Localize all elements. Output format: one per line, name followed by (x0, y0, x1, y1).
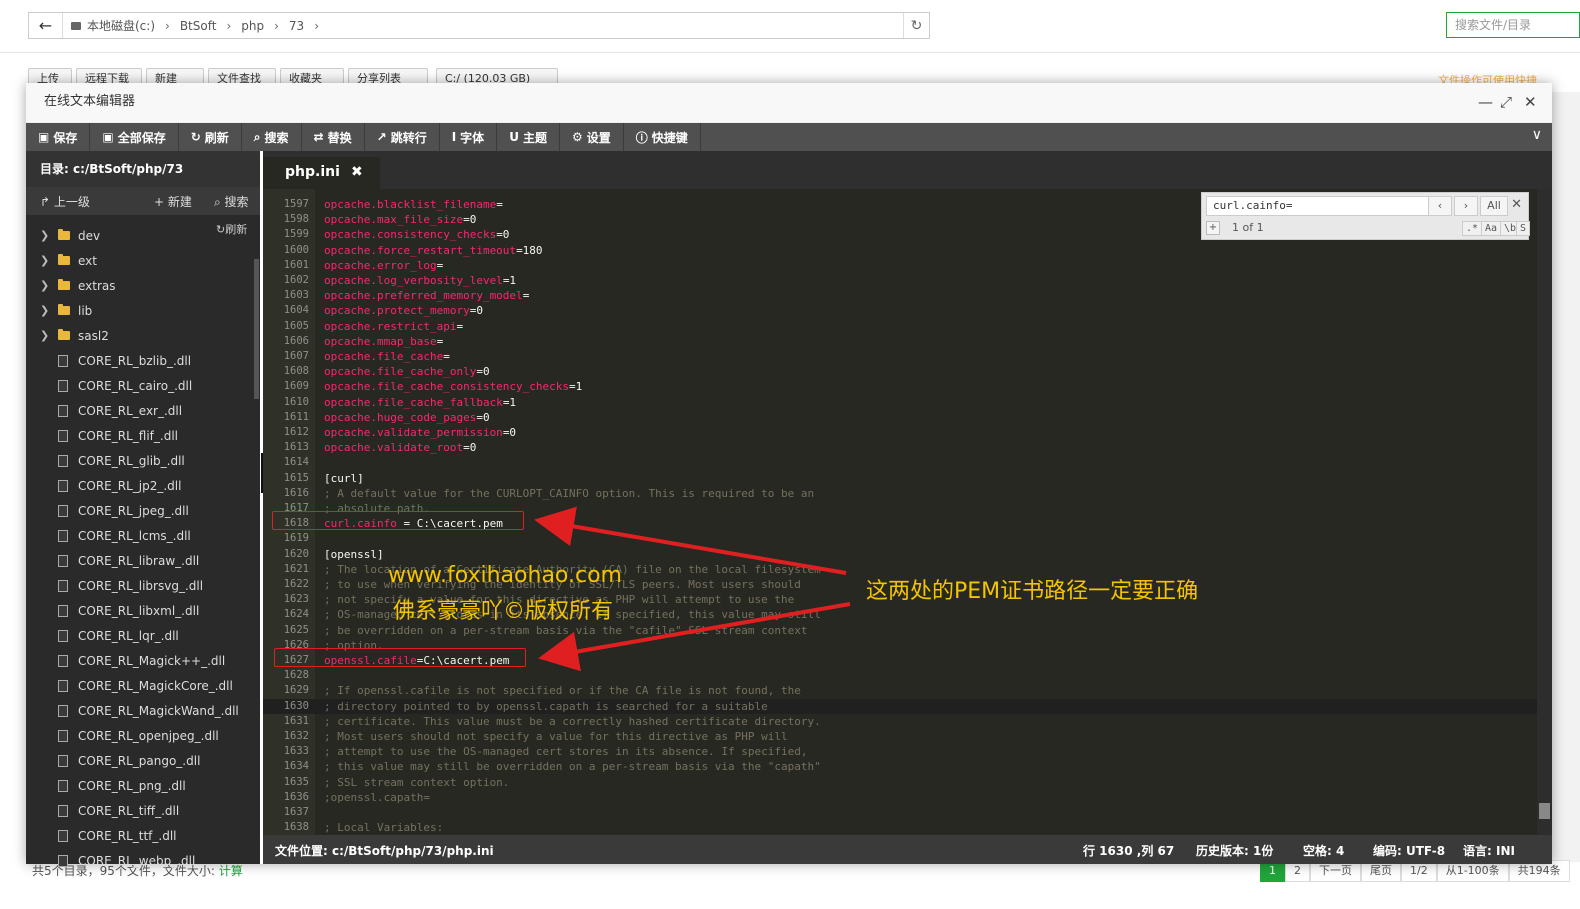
watermark-url: www.foxihaohao.com (388, 563, 622, 588)
annotation-text: 这两处的PEM证书路径一定要正确 (866, 579, 1199, 604)
watermark-copyright: 佛系豪豪吖©版权所有 (393, 599, 614, 624)
annotation-arrows (534, 506, 851, 672)
